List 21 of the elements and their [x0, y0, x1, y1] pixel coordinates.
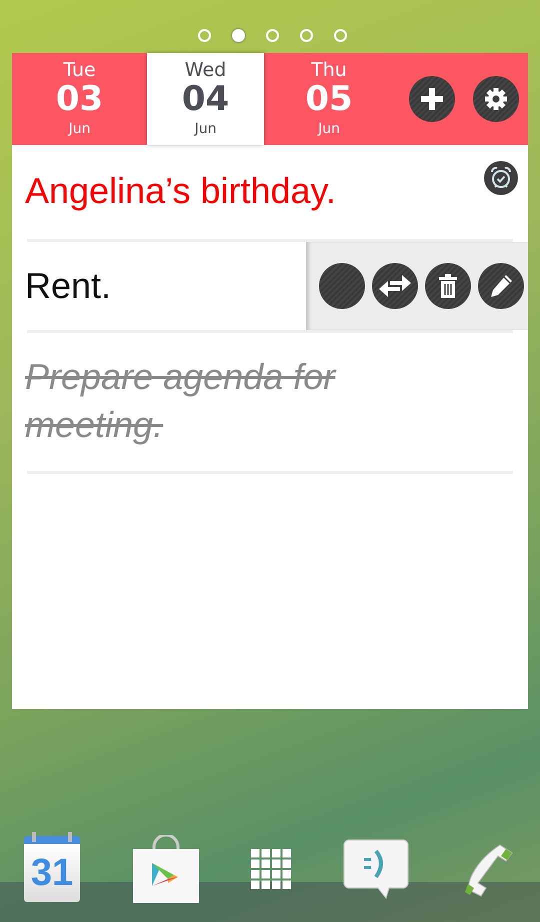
delete-button[interactable]: [425, 263, 471, 309]
task-text[interactable]: Angelina’s birthday.: [25, 167, 336, 215]
day-tab[interactable]: Tue 03 Jun: [12, 53, 147, 145]
edit-button[interactable]: [478, 263, 524, 309]
color-button[interactable]: [319, 263, 365, 309]
task-text[interactable]: Rent.: [25, 262, 112, 310]
task-text[interactable]: Prepare agenda for meeting.: [25, 353, 365, 449]
pencil-icon: [488, 273, 514, 299]
add-button[interactable]: [409, 76, 455, 122]
swap-arrows-icon: [378, 273, 412, 299]
app-grid-icon[interactable]: [251, 849, 291, 889]
settings-button[interactable]: [473, 76, 519, 122]
speech-bubble-app-icon[interactable]: [342, 839, 408, 899]
shopping-bag-app-icon[interactable]: [132, 835, 200, 903]
plus-icon: [419, 86, 445, 112]
alarm-clock-icon[interactable]: [484, 161, 518, 195]
move-button[interactable]: [372, 263, 418, 309]
trash-icon: [438, 273, 458, 299]
gear-icon: [483, 86, 509, 112]
day-tab[interactable]: Wed 04 Jun: [147, 53, 264, 145]
day-tab[interactable]: Thu 05 Jun: [264, 53, 394, 145]
